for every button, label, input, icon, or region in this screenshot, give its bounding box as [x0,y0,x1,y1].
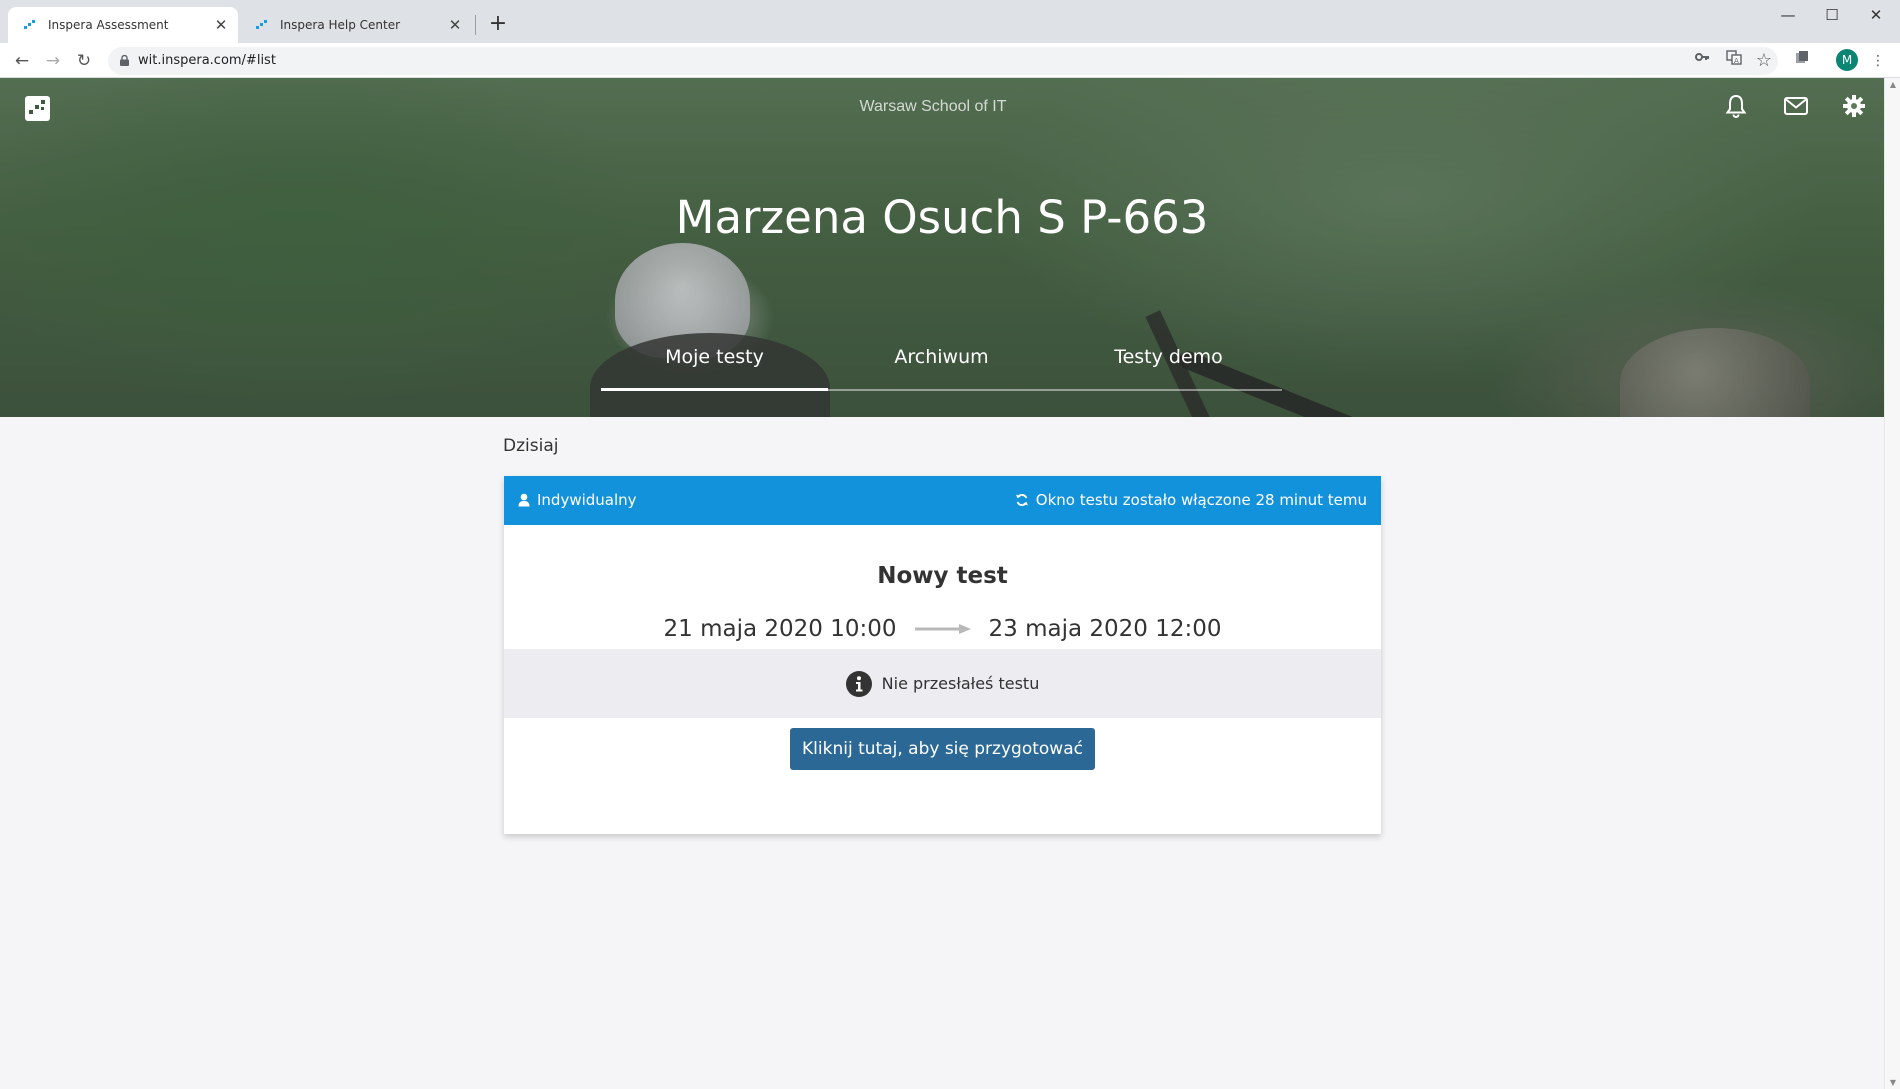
browser-toolbar: ← → ↻ wit.inspera.com/#list A ☆ M ⋮ [0,43,1900,78]
browser-tab-strip: Inspera Assessment ✕ Inspera Help Center… [0,0,1900,43]
scroll-up-icon[interactable]: ▲ [1888,80,1898,89]
section-label-today: Dzisiaj [503,436,559,456]
close-tab-icon[interactable]: ✕ [212,16,230,34]
forward-icon[interactable]: → [41,49,65,73]
student-name: Marzena Osuch S P-663 [675,191,1209,244]
browser-menu-icon[interactable]: ⋮ [1866,49,1890,73]
test-card-header: Indywidualny Okno testu zostało włączone… [504,476,1381,525]
profile-avatar[interactable]: M [1836,49,1858,71]
key-icon[interactable] [1690,49,1714,73]
minimize-icon[interactable]: — [1766,4,1810,26]
hero-banner: Warsaw School of IT Marzena Osuch S P-66… [0,78,1884,417]
page: Warsaw School of IT Marzena Osuch S P-66… [0,78,1884,1089]
lock-icon [120,55,129,66]
gear-icon[interactable] [1840,92,1868,120]
maximize-icon[interactable]: ☐ [1810,4,1854,26]
refresh-icon [1015,494,1028,506]
prepare-test-button[interactable]: Kliknij tutaj, aby się przygotować [790,728,1095,770]
tab-testy-demo[interactable]: Testy demo [1055,346,1282,368]
back-icon[interactable]: ← [10,49,34,73]
submission-status-text: Nie przesłałeś testu [881,674,1040,693]
info-icon [845,670,872,697]
tab-divider [475,15,476,35]
new-tab-icon[interactable]: + [486,12,510,36]
tab-moje-testy[interactable]: Moje testy [601,346,828,368]
test-dates: 21 maja 2020 10:00 23 maja 2020 12:00 [504,616,1381,642]
browser-tab-title: Inspera Help Center [280,18,401,32]
close-window-icon[interactable]: ✕ [1854,4,1898,26]
submission-status: Nie przesłałeś testu [504,649,1381,718]
bookmark-star-icon[interactable]: ☆ [1752,49,1776,73]
arrow-right-icon [914,624,971,634]
test-end-date: 23 maja 2020 12:00 [988,616,1222,642]
test-card: Indywidualny Okno testu zostało włączone… [504,476,1381,834]
address-bar[interactable]: wit.inspera.com/#list [108,47,1778,75]
scroll-down-icon[interactable]: ▼ [1888,1078,1898,1087]
mail-icon[interactable] [1782,92,1810,120]
main-tabs: Moje testy Archiwum Testy demo [601,346,1282,408]
browser-tab-inspera-help-center[interactable]: Inspera Help Center ✕ [240,7,472,43]
inspera-favicon-icon [254,17,270,33]
test-title: Nowy test [877,563,1008,589]
url-text: wit.inspera.com/#list [138,53,276,68]
school-name: Warsaw School of IT [859,98,1007,115]
svg-text:A: A [1734,57,1739,65]
test-window-status: Okno testu zostało włączone 28 minut tem… [1035,491,1367,509]
bell-icon[interactable] [1722,92,1750,120]
translate-icon[interactable]: A [1722,49,1746,73]
tab-archiwum[interactable]: Archiwum [828,346,1055,368]
browser-tab-title: Inspera Assessment [48,18,169,32]
test-type-label: Indywidualny [537,491,637,509]
reload-icon[interactable]: ↻ [72,49,96,73]
test-start-date: 21 maja 2020 10:00 [663,616,897,642]
user-icon [518,493,530,507]
extensions-icon[interactable] [1790,49,1814,73]
browser-tab-inspera-assessment[interactable]: Inspera Assessment ✕ [8,7,238,43]
inspera-favicon-icon [22,17,38,33]
active-tab-indicator [601,388,828,391]
page-scrollbar[interactable]: ▲ ▼ [1884,78,1900,1089]
close-tab-icon[interactable]: ✕ [446,16,464,34]
